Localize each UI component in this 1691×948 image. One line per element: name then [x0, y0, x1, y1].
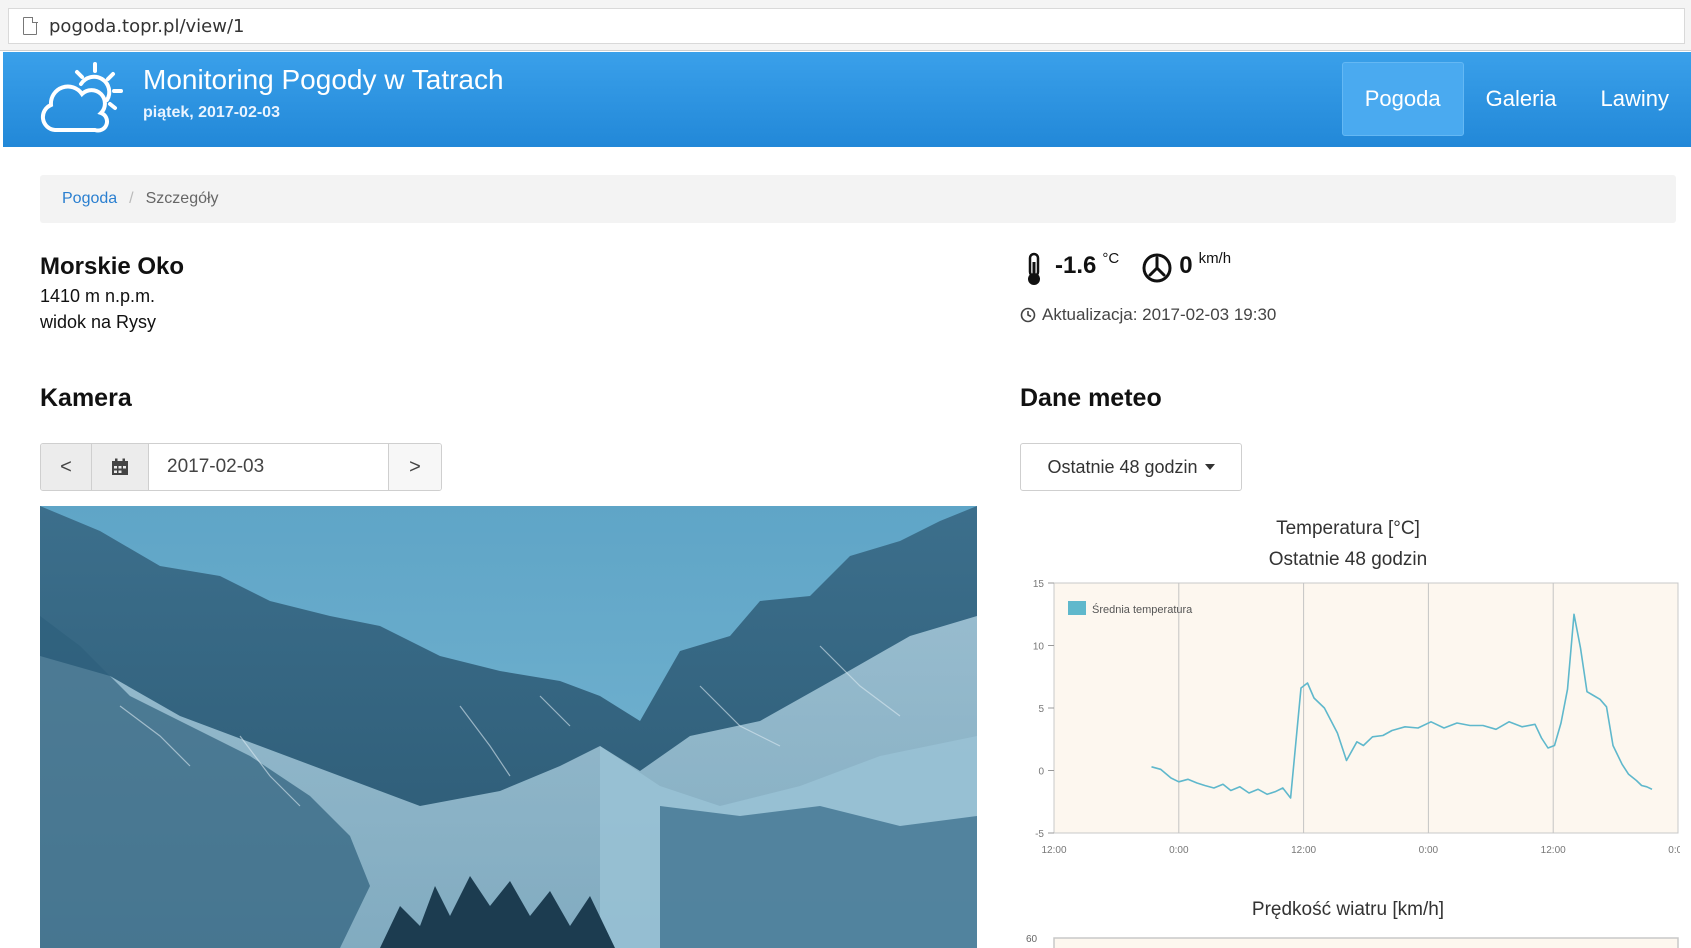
- nav-lawiny[interactable]: Lawiny: [1579, 62, 1691, 136]
- temperature-reading: -1.6 °C: [1025, 250, 1120, 286]
- wind-chart-title: Prędkość wiatru [km/h]: [1251, 899, 1445, 920]
- station-view: widok na Rysy: [40, 312, 157, 332]
- caret-down-icon: [1204, 464, 1215, 470]
- main-nav: Pogoda Galeria Lawiny: [1341, 62, 1691, 136]
- navbar: Monitoring Pogody w Tatrach piątek, 2017…: [3, 52, 1691, 147]
- breadcrumb-separator: /: [129, 190, 134, 207]
- x-tick-label: 12:00: [1291, 845, 1316, 856]
- station-altitude: 1410 m n.p.m.: [40, 286, 156, 306]
- breadcrumb: Pogoda / Szczegóły: [40, 175, 1676, 223]
- y-tick-label: -5: [1035, 829, 1044, 840]
- y-tick-label: 15: [1033, 579, 1045, 590]
- calendar-button[interactable]: [92, 444, 149, 490]
- wind-chart[interactable]: 60: [1020, 925, 1680, 948]
- x-tick-label: 12:00: [1541, 845, 1566, 856]
- breadcrumb-current: Szczegóły: [145, 190, 219, 207]
- cloud-sun-icon[interactable]: [37, 58, 127, 138]
- range-selected: Ostatnie 48 godzin: [1047, 456, 1198, 477]
- legend-label: Średnia temperatura: [1092, 603, 1193, 616]
- browser-address-bar: pogoda.topr.pl/view/1: [0, 0, 1691, 51]
- temp-chart-title: Temperatura [°C]: [1276, 518, 1420, 539]
- wind-unit: km/h: [1198, 250, 1232, 267]
- camera-image[interactable]: [40, 506, 977, 948]
- meteo-heading: Dane meteo: [1020, 384, 1162, 412]
- camera-heading: Kamera: [40, 384, 132, 412]
- x-tick-label: 0:00: [1668, 845, 1680, 856]
- y-tick-label: 60: [1026, 934, 1038, 945]
- last-update: Aktualizacja: 2017-02-03 19:30: [1020, 305, 1276, 325]
- y-tick-label: 0: [1038, 767, 1044, 778]
- plot-area: [1053, 582, 1679, 834]
- temperature-chart[interactable]: -5 0 5 10 15 12:00 0:00 12:00 0:00 12:00 0:00 Śre…: [1020, 575, 1680, 873]
- temp-chart-subtitle: Ostatnie 48 godzin: [1268, 549, 1428, 570]
- wind-value: 0: [1179, 252, 1193, 279]
- station-name: Morskie Oko: [40, 253, 185, 280]
- y-tick-label: 5: [1038, 704, 1044, 715]
- wind-reading: 0 km/h: [1141, 250, 1232, 284]
- prev-day-button[interactable]: <: [41, 444, 92, 490]
- header-date: piątek, 2017-02-03: [143, 104, 280, 121]
- breadcrumb-home-link[interactable]: Pogoda: [62, 190, 117, 208]
- plot-area: [1053, 937, 1679, 948]
- x-tick-label: 12:00: [1041, 845, 1066, 856]
- app-title[interactable]: Monitoring Pogody w Tatrach: [143, 64, 504, 96]
- url-text: pogoda.topr.pl/view/1: [49, 15, 245, 37]
- x-tick-label: 0:00: [1419, 845, 1439, 856]
- nav-pogoda[interactable]: Pogoda: [1341, 62, 1464, 136]
- nav-galeria[interactable]: Galeria: [1464, 62, 1579, 136]
- camera-date-picker: < 2017-02-03 >: [40, 443, 442, 491]
- clock-icon: [1020, 307, 1036, 323]
- y-tick-label: 10: [1033, 642, 1045, 653]
- anemometer-icon: [1142, 253, 1172, 283]
- url-field[interactable]: pogoda.topr.pl/view/1: [8, 8, 1685, 44]
- current-readings: -1.6 °C 0 km/h: [1025, 250, 1253, 286]
- date-input[interactable]: 2017-02-03: [149, 444, 389, 490]
- update-text: Aktualizacja: 2017-02-03 19:30: [1042, 305, 1277, 324]
- next-day-button[interactable]: >: [389, 444, 441, 490]
- calendar-icon: [112, 458, 128, 475]
- thermometer-icon: [1028, 252, 1040, 285]
- x-tick-label: 0:00: [1169, 845, 1189, 856]
- temperature-value: -1.6: [1055, 252, 1097, 279]
- page-icon: [23, 16, 38, 35]
- legend-swatch: [1068, 601, 1086, 615]
- temperature-unit: °C: [1102, 250, 1120, 267]
- range-dropdown[interactable]: Ostatnie 48 godzin: [1020, 443, 1242, 491]
